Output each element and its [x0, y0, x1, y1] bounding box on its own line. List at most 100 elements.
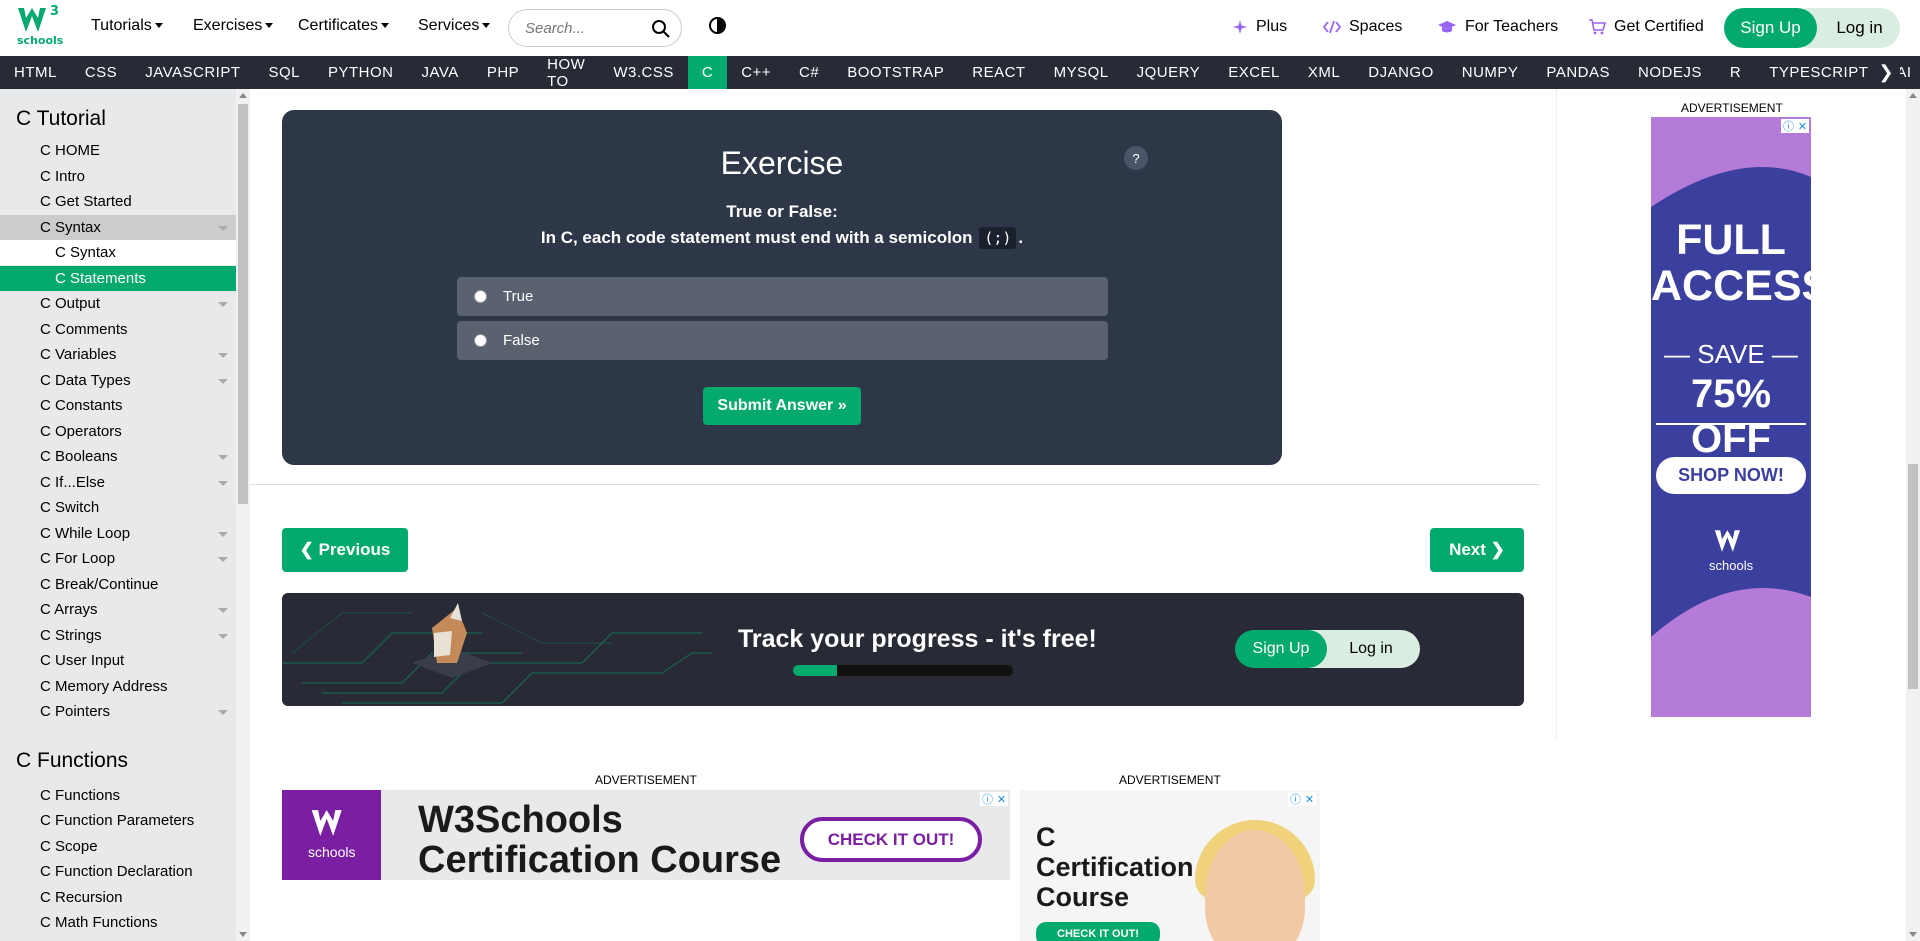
nav-item-mysql[interactable]: MYSQL	[1040, 56, 1123, 89]
previous-button[interactable]: ❮ Previous	[282, 528, 408, 572]
nav-item-nodejs[interactable]: NODEJS	[1624, 56, 1716, 89]
ad-close-icon[interactable]: ⓘ ✕	[1781, 119, 1809, 133]
scroll-down-icon[interactable]	[1909, 932, 1917, 937]
option-false[interactable]: False	[457, 321, 1108, 360]
shop-label: SHOP NOW!	[1678, 465, 1784, 485]
option-true[interactable]: True	[457, 277, 1108, 316]
sidebar-item[interactable]: C Booleans	[0, 444, 236, 469]
sidebar-item[interactable]: C Data Types	[0, 368, 236, 393]
nav-scroll-right-icon[interactable]: ❯	[1872, 56, 1900, 89]
nav-item-pandas[interactable]: PANDAS	[1532, 56, 1624, 89]
sidebar-item[interactable]: C Operators	[0, 419, 236, 444]
sidebar-item[interactable]: C Math Functions	[0, 910, 236, 935]
next-button[interactable]: Next ❯	[1430, 528, 1524, 572]
nav-item-react[interactable]: REACT	[958, 56, 1039, 89]
sidebar-scroll-thumb[interactable]	[238, 104, 248, 504]
nav-item-excel[interactable]: EXCEL	[1214, 56, 1294, 89]
sidebar-item[interactable]: C Function Parameters	[0, 808, 236, 833]
bottom-ad1-cta-button[interactable]: CHECK IT OUT!	[800, 817, 982, 862]
nav-item-numpy[interactable]: NUMPY	[1448, 56, 1533, 89]
sidebar-item[interactable]: C Functions	[0, 783, 236, 808]
sidebar-item[interactable]: C If...Else	[0, 470, 236, 495]
sidebar-scrollbar[interactable]	[236, 89, 250, 941]
sidebar-item[interactable]: C Arrays	[0, 597, 236, 622]
sidebar-item[interactable]: C Scope	[0, 834, 236, 859]
menu-exercises[interactable]: Exercises	[193, 17, 274, 35]
sidebar-item[interactable]: C Syntax	[0, 214, 236, 240]
nav-item-javascript[interactable]: JAVASCRIPT	[131, 56, 254, 89]
sidebar-item[interactable]: C Recursion	[0, 885, 236, 910]
sidebar-item[interactable]: C Comments	[0, 317, 236, 342]
search-input[interactable]: Search...	[508, 9, 682, 47]
sidebar-item[interactable]: C User Input	[0, 648, 236, 673]
sidebar-item[interactable]: C While Loop	[0, 521, 236, 546]
scroll-up-icon[interactable]	[1909, 93, 1917, 98]
sidebar-item[interactable]: C Function Declaration	[0, 859, 236, 884]
sidebar-item[interactable]: C Break/Continue	[0, 572, 236, 597]
nav-item-w3-css[interactable]: W3.CSS	[599, 56, 688, 89]
sidebar-item[interactable]: C HOME	[0, 138, 236, 163]
nav-item-java[interactable]: JAVA	[408, 56, 473, 89]
exercise-panel: Exercise ? True or False: In C, each cod…	[282, 110, 1282, 465]
sidebar-item[interactable]: C Get Started	[0, 189, 236, 214]
contrast-toggle-icon[interactable]	[709, 17, 726, 34]
nav-item-r[interactable]: R	[1716, 56, 1755, 89]
search-icon[interactable]	[651, 19, 671, 39]
sidebar-item[interactable]: C Intro	[0, 164, 236, 189]
scroll-down-icon[interactable]	[239, 932, 247, 937]
sidebar-item-label: C Output	[40, 295, 101, 312]
radio-false[interactable]	[474, 334, 487, 347]
menu-tutorials[interactable]: Tutorials	[91, 17, 163, 35]
nav-item-python[interactable]: PYTHON	[314, 56, 408, 89]
nav-item-php[interactable]: PHP	[473, 56, 533, 89]
signup-button[interactable]: Sign Up	[1724, 8, 1817, 48]
nav-item-c[interactable]: C	[687, 56, 728, 89]
sidebar-item[interactable]: C Output	[0, 291, 236, 316]
submit-answer-button[interactable]: Submit Answer »	[703, 387, 861, 425]
nav-item-c[interactable]: C++	[727, 56, 785, 89]
login-label: Log in	[1836, 18, 1883, 37]
side-advertisement[interactable]: ⓘ✕ FULL ACCESS — SAVE — 75% OFF SHOP NOW…	[1651, 117, 1811, 717]
sidebar-item[interactable]: C For Loop	[0, 546, 236, 571]
radio-true[interactable]	[474, 290, 487, 303]
login-button[interactable]: Log in	[1805, 8, 1900, 48]
sidebar-item[interactable]: C Variables	[0, 342, 236, 367]
spaces-link[interactable]: Spaces	[1323, 18, 1402, 36]
ad-close-icon[interactable]: ⓘ ✕	[980, 792, 1008, 806]
side-ad-shop-now-button[interactable]: SHOP NOW!	[1656, 457, 1806, 494]
ad-close-icon[interactable]: ⓘ ✕	[1288, 792, 1316, 806]
nav-item-how-to[interactable]: HOW TO	[533, 56, 599, 90]
scroll-up-icon[interactable]	[239, 93, 247, 98]
help-icon[interactable]: ?	[1124, 146, 1148, 170]
nav-item-html[interactable]: HTML	[0, 56, 71, 89]
sidebar-item[interactable]: C Constants	[0, 393, 236, 418]
sidebar-item[interactable]: C Memory Address	[0, 674, 236, 699]
menu-certificates[interactable]: Certificates	[298, 17, 390, 35]
nav-item-bootstrap[interactable]: BOOTSTRAP	[833, 56, 958, 89]
nav-item-css[interactable]: CSS	[71, 56, 131, 89]
nav-item-jquery[interactable]: JQUERY	[1123, 56, 1215, 89]
nav-item-sql[interactable]: SQL	[254, 56, 314, 89]
for-teachers-label: For Teachers	[1465, 18, 1559, 35]
get-certified-link[interactable]: Get Certified	[1588, 18, 1704, 36]
page-scroll-thumb[interactable]	[1908, 464, 1918, 689]
bottom-advertisement-1[interactable]: schools W3Schools Certification Course C…	[282, 790, 1010, 880]
sidebar-item[interactable]: C Syntax	[0, 240, 236, 265]
bottom-ad2-cta-button[interactable]: CHECK IT OUT!	[1036, 922, 1160, 941]
nav-item-typescript[interactable]: TYPESCRIPT	[1755, 56, 1882, 89]
nav-item-xml[interactable]: XML	[1294, 56, 1354, 89]
caret-down-icon	[381, 23, 390, 29]
plus-link[interactable]: Plus	[1232, 18, 1287, 36]
sidebar-item[interactable]: C Strings	[0, 623, 236, 648]
for-teachers-link[interactable]: For Teachers	[1437, 18, 1558, 36]
nav-item-c[interactable]: C#	[785, 56, 833, 89]
sidebar-item[interactable]: C Statements	[0, 265, 236, 291]
sidebar-item[interactable]: C Switch	[0, 495, 236, 520]
menu-services[interactable]: Services	[418, 17, 491, 35]
w3schools-logo[interactable]: 3 schools	[14, 4, 63, 48]
bottom-advertisement-2[interactable]: C Certification Course CHECK IT OUT! ⓘ ✕	[1020, 790, 1320, 941]
track-signup-button[interactable]: Sign Up	[1235, 630, 1327, 668]
page-scrollbar[interactable]	[1906, 89, 1920, 941]
nav-item-django[interactable]: DJANGO	[1354, 56, 1448, 89]
sidebar-item[interactable]: C Pointers	[0, 699, 236, 724]
